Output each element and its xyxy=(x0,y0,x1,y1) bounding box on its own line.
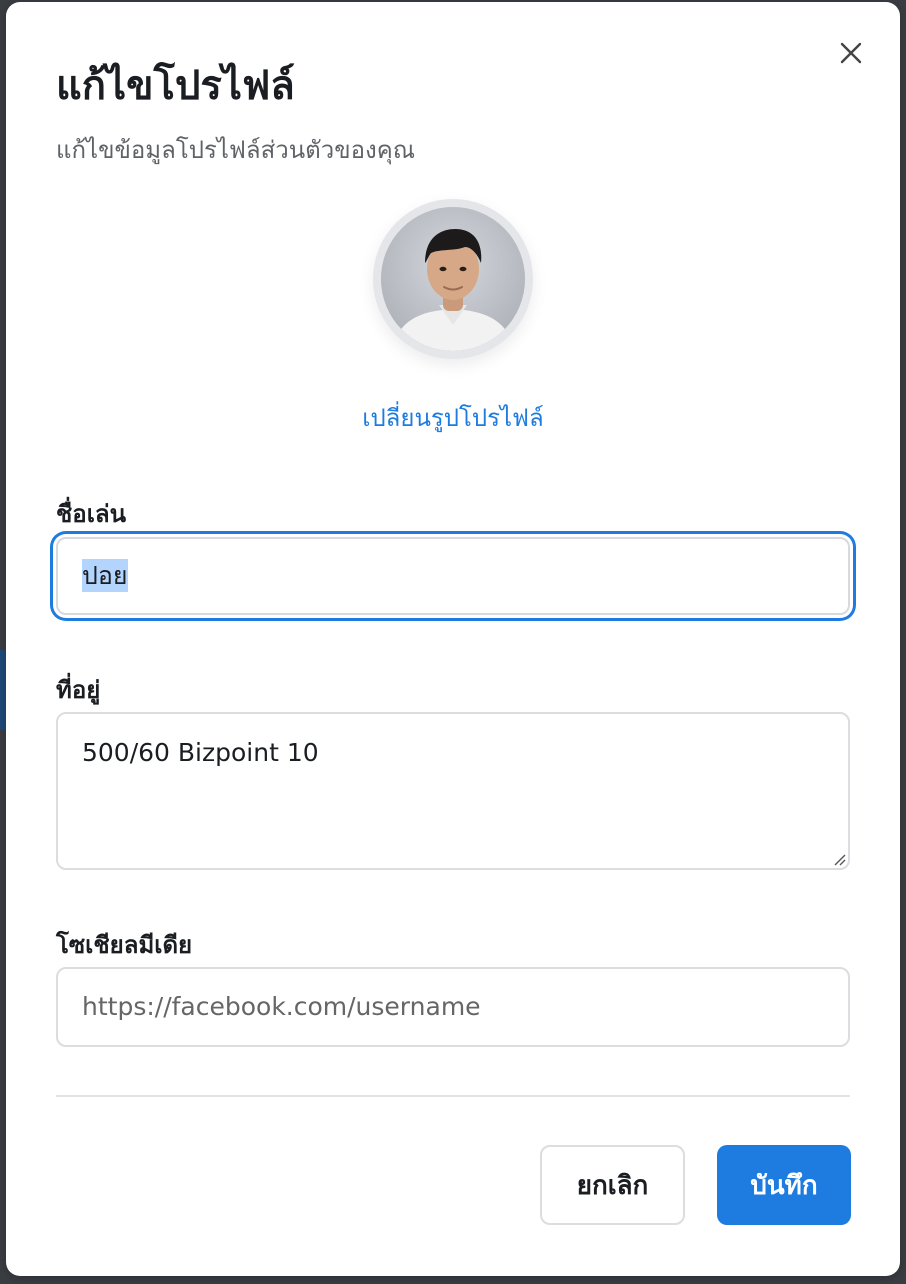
close-icon xyxy=(840,42,862,64)
change-profile-photo-link[interactable]: เปลี่ยนรูปโปรไฟล์ xyxy=(6,398,900,438)
cancel-button[interactable]: ยกเลิก xyxy=(540,1145,685,1225)
edit-profile-dialog: แก้ไขโปรไฟล์ แก้ไขข้อมูลโปรไฟล์ส่วนตัวขอ… xyxy=(6,2,900,1276)
save-button[interactable]: บันทึก xyxy=(717,1145,851,1225)
nickname-input[interactable]: ปอย xyxy=(56,537,850,615)
close-button[interactable] xyxy=(834,36,868,70)
avatar[interactable] xyxy=(381,207,525,351)
resize-grip-icon[interactable] xyxy=(830,850,846,866)
address-value: 500/60 Bizpoint 10 xyxy=(82,738,319,767)
footer-divider xyxy=(56,1095,850,1097)
nickname-value: ปอย xyxy=(82,559,128,592)
address-label: ที่อยู่ xyxy=(56,676,101,704)
dialog-subtitle: แก้ไขข้อมูลโปรไฟล์ส่วนตัวของคุณ xyxy=(56,136,416,164)
social-media-label: โซเชียลมีเดีย xyxy=(56,931,193,959)
avatar-frame xyxy=(373,199,533,359)
social-media-placeholder: https://facebook.com/username xyxy=(82,992,481,1021)
address-textarea[interactable]: 500/60 Bizpoint 10 xyxy=(56,712,850,870)
dialog-title: แก้ไขโปรไฟล์ xyxy=(56,63,295,109)
nickname-label: ชื่อเล่น xyxy=(56,500,127,528)
avatar-photo xyxy=(381,207,525,351)
social-media-input[interactable]: https://facebook.com/username xyxy=(56,967,850,1047)
